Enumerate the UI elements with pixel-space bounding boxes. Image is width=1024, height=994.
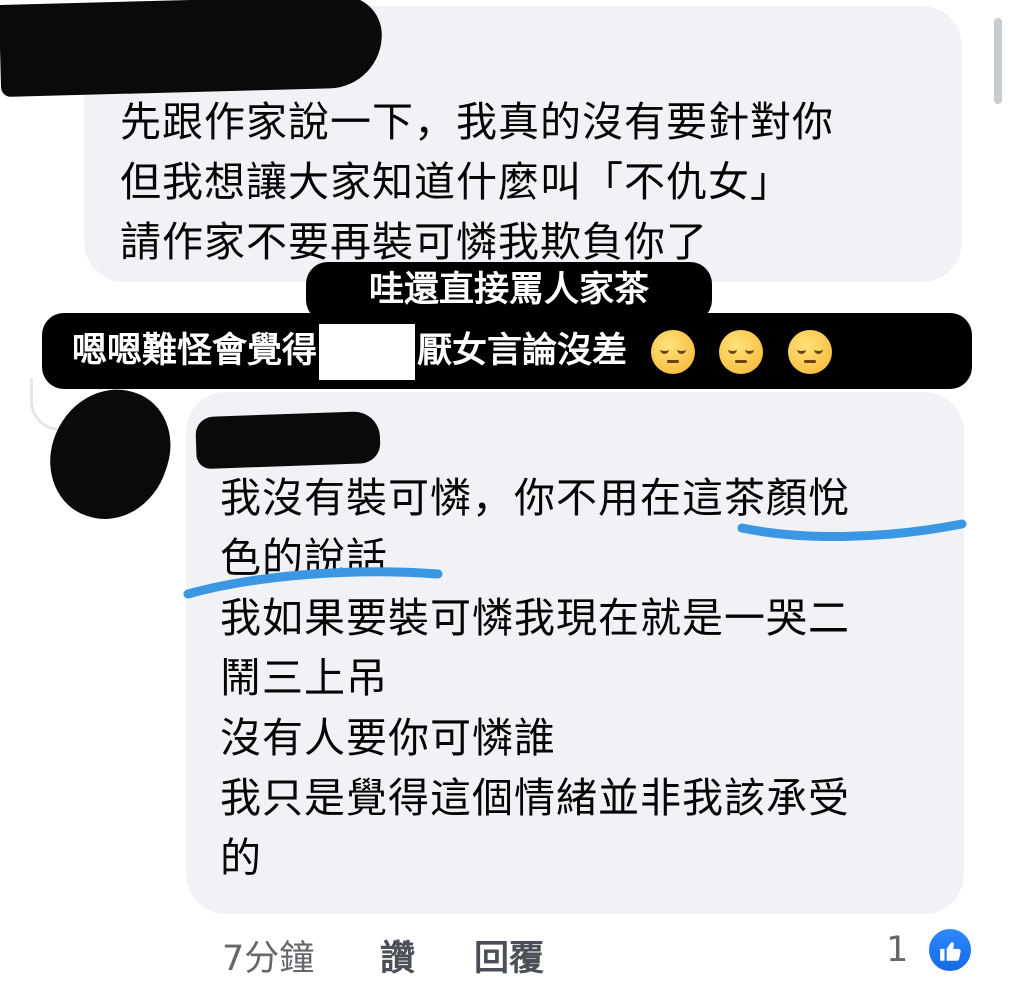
highlight-marks	[183, 519, 967, 599]
pensive-face-icon	[719, 330, 764, 374]
overlay-caption-2-text-after: 厭女言論沒差	[417, 331, 628, 371]
highlight-underline-2	[183, 567, 443, 599]
redacted-caption-word	[319, 324, 416, 380]
like-thumb-icon[interactable]	[926, 926, 974, 974]
reply-button[interactable]: 回覆	[474, 930, 544, 981]
facebook-comment-thread: 先跟作家說一下，我真的沒有要針對你 但我想讓大家知道什麼叫「不仇女」 請作家不要…	[0, 0, 1024, 994]
reaction-count[interactable]: 1	[886, 930, 908, 970]
comment-timestamp[interactable]: 7分鐘	[222, 930, 314, 981]
pensive-face-icon	[787, 330, 832, 374]
overlay-caption-2: 嗯嗯難怪會覺得 厭女言論沒差	[42, 313, 972, 389]
highlight-underline-1	[737, 519, 967, 542]
like-button[interactable]: 讚	[380, 930, 415, 981]
redacted-replier-name	[195, 410, 381, 470]
pensive-face-icon	[651, 330, 696, 374]
overlay-caption-2-text-before: 嗯嗯難怪會覺得	[72, 331, 318, 371]
